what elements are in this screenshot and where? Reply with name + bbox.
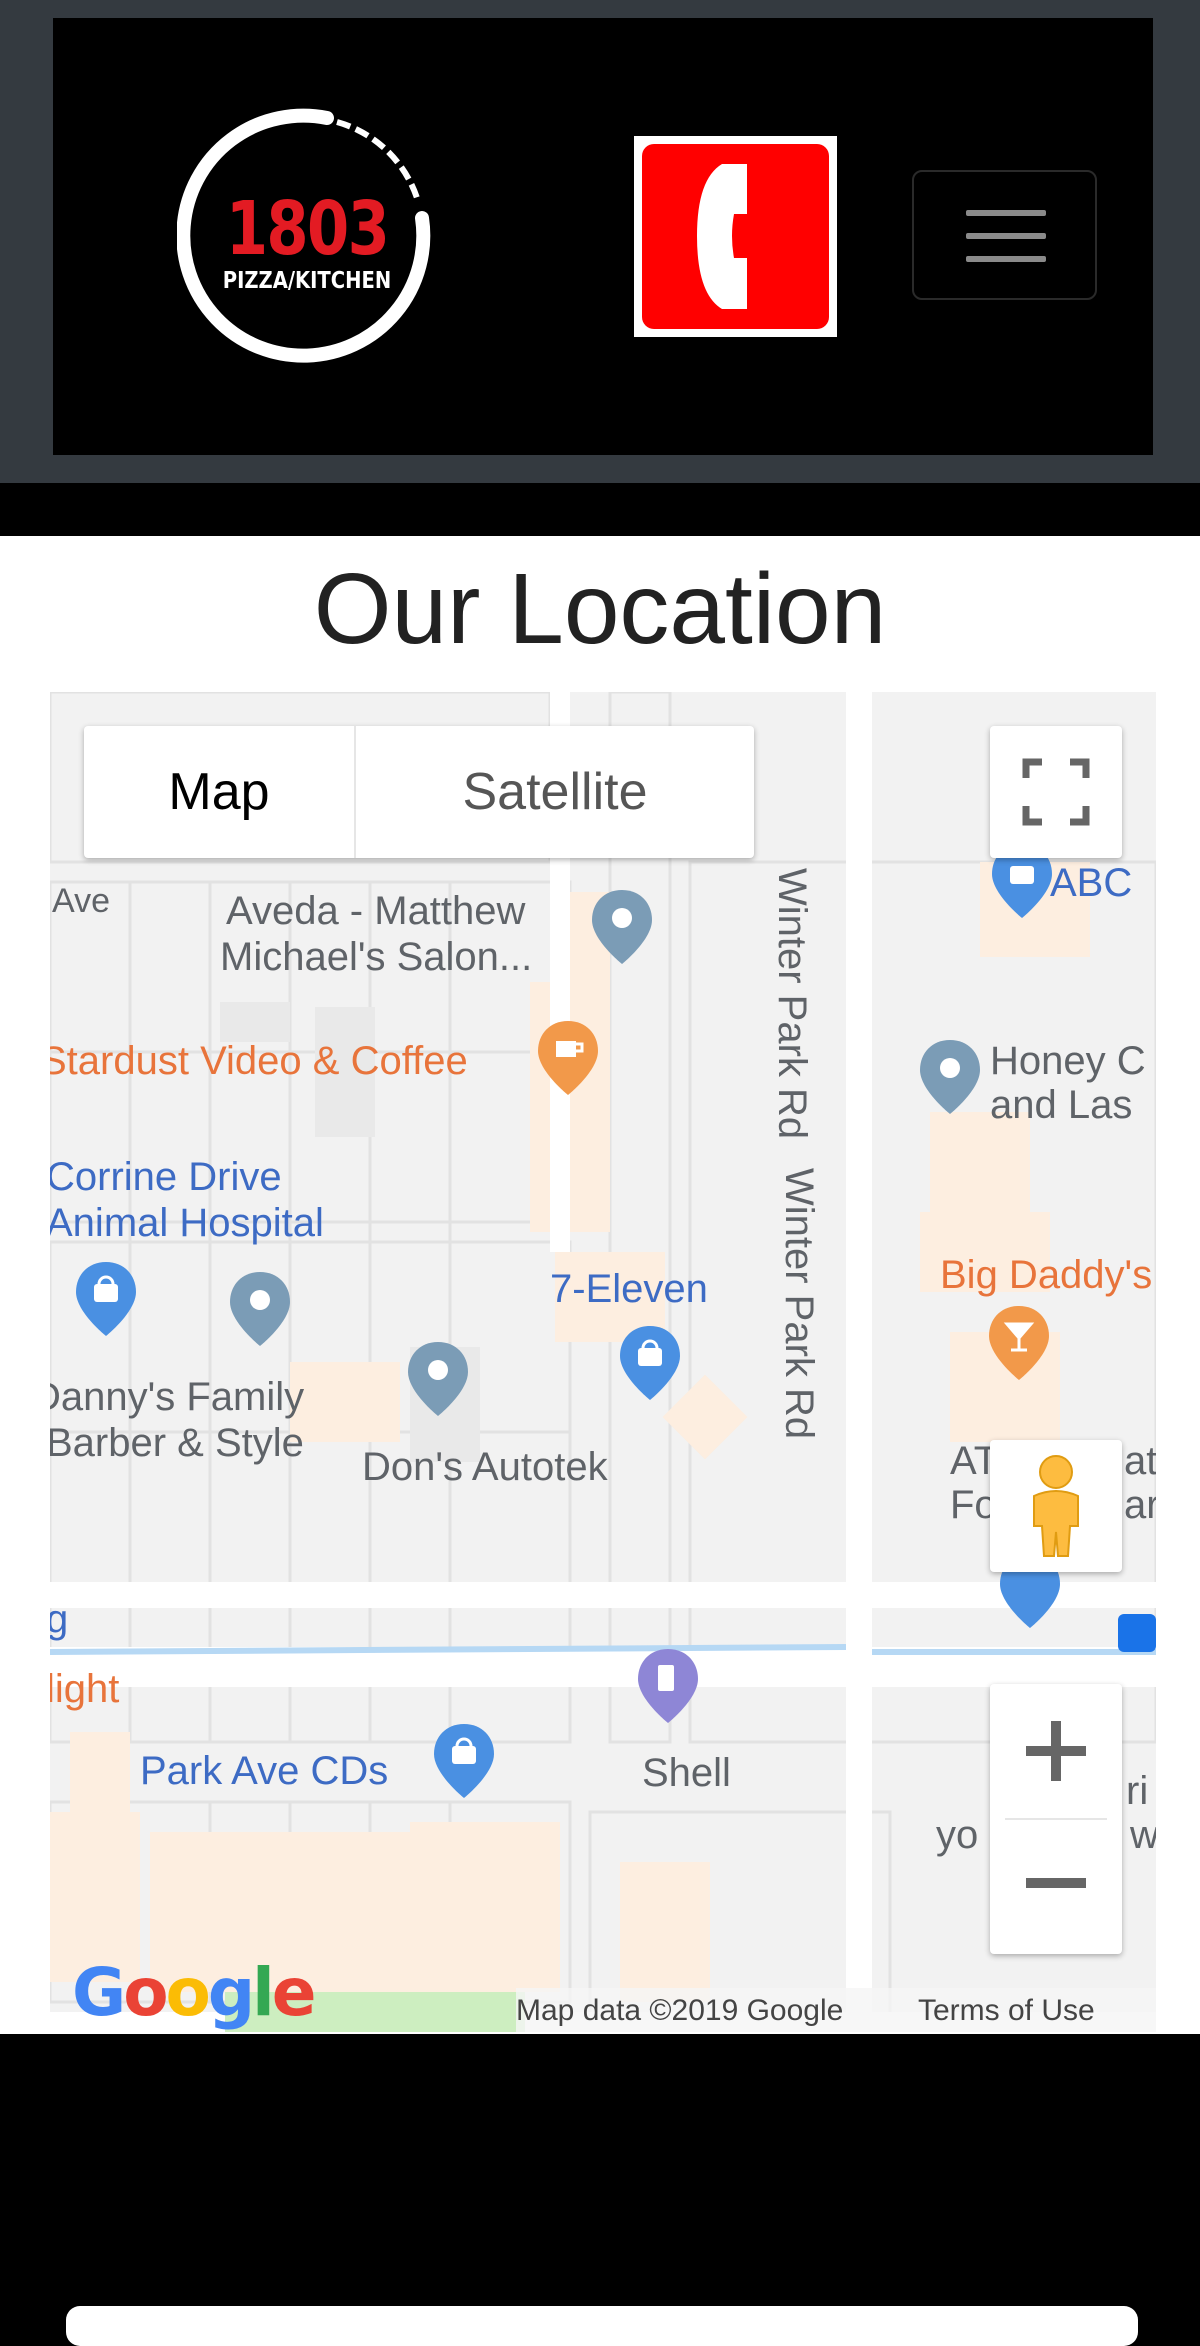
map-label: Michael's Salon... <box>220 935 533 979</box>
map-data-attribution: Map data ©2019 Google <box>516 1994 844 2027</box>
fullscreen-icon <box>1022 758 1090 826</box>
map-label: ri <box>1126 1769 1149 1813</box>
map-label: Big Daddy's <box>940 1253 1153 1297</box>
map-attribution-bar: Map data ©2019 Google Terms of Use <box>516 1988 1156 2032</box>
map-type-satellite-button[interactable]: Satellite <box>356 726 754 858</box>
map-label: Animal Hospital <box>50 1201 324 1245</box>
menu-toggle-button[interactable] <box>912 170 1097 300</box>
map-label: Stardust Video & Coffee <box>50 1039 468 1083</box>
map-label: 7-Eleven <box>550 1267 708 1311</box>
location-pin-icon[interactable] <box>590 888 654 966</box>
map-label: yo <box>936 1813 979 1857</box>
page-title: Our Location <box>313 553 887 665</box>
map-label: ABC <box>1050 861 1133 905</box>
logo-number: 1803 <box>225 186 390 272</box>
map-label: and Las <box>990 1083 1133 1127</box>
map-road-label: Winter Park Rd <box>777 1168 821 1440</box>
header-band: 1803 PIZZA/KITCHEN <box>0 0 1200 483</box>
shopping-pin-icon[interactable] <box>432 1722 496 1800</box>
bottom-card <box>66 2306 1138 2346</box>
brand-logo[interactable]: 1803 PIZZA/KITCHEN <box>177 108 437 368</box>
black-band <box>0 483 1200 536</box>
phone-call-button[interactable] <box>634 136 837 337</box>
bar-pin-icon[interactable] <box>987 1304 1051 1382</box>
map-label: ar <box>1124 1483 1156 1527</box>
map-label: Don's Autotek <box>362 1445 608 1489</box>
map-road-label: Winter Park Rd <box>770 868 814 1140</box>
phone-icon <box>642 144 829 329</box>
map-label: Park Ave CDs <box>140 1749 389 1793</box>
map-label: Corrine Drive <box>50 1155 282 1199</box>
location-pin-icon[interactable] <box>406 1340 470 1418</box>
map-label: Honey C <box>990 1039 1146 1083</box>
shopping-pin-icon[interactable] <box>618 1324 682 1402</box>
zoom-in-button[interactable] <box>990 1684 1122 1818</box>
map-label: Danny's Family <box>50 1375 305 1419</box>
pegman-icon <box>1033 1455 1079 1557</box>
map-label: Shell <box>642 1751 731 1795</box>
location-pin-icon[interactable] <box>918 1038 982 1116</box>
coffee-pin-icon[interactable] <box>536 1019 600 1097</box>
map-label: Ave <box>52 882 110 920</box>
gas-station-pin-icon[interactable] <box>636 1647 700 1725</box>
shopping-pin-icon[interactable] <box>74 1260 138 1338</box>
location-pin-icon[interactable] <box>228 1270 292 1348</box>
map-type-map-button[interactable]: Map <box>84 726 354 858</box>
map-type-control: Map Satellite <box>84 726 754 858</box>
plus-icon <box>1026 1721 1086 1781</box>
map-label: w <box>1130 1813 1156 1857</box>
google-map[interactable]: Ave Aveda - Matthew Michael's Salon... W… <box>50 692 1156 2032</box>
zoom-out-button[interactable] <box>990 1820 1122 1954</box>
terms-of-use-link[interactable]: Terms of Use <box>918 1988 1095 2032</box>
map-label: g <box>50 1597 69 1641</box>
google-logo[interactable]: Google <box>72 1954 316 2031</box>
map-label: Barber & Style <box>50 1421 304 1465</box>
minus-icon <box>1026 1878 1086 1888</box>
navbar: 1803 PIZZA/KITCHEN <box>53 18 1153 455</box>
fullscreen-button[interactable] <box>990 726 1122 858</box>
map-label: at <box>1124 1439 1156 1483</box>
street-view-pegman-button[interactable] <box>990 1440 1122 1572</box>
map-label: Aveda - Matthew <box>226 889 526 933</box>
zoom-control <box>990 1684 1122 1954</box>
logo-subtitle: PIZZA/KITCHEN <box>222 268 392 294</box>
map-label: light <box>50 1667 120 1711</box>
